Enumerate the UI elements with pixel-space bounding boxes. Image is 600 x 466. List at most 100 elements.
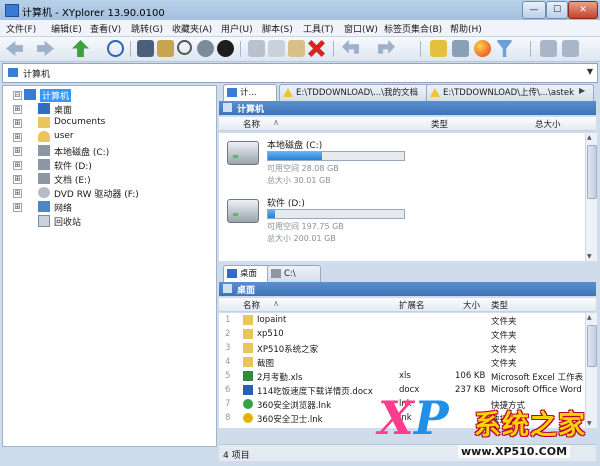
column-name[interactable]: 名称 [243,299,260,311]
scrollbar-thumb[interactable] [587,145,597,199]
top-pane-scrollbar[interactable]: ▲ ▼ [585,133,597,261]
address-value: 计算机 [23,70,51,80]
expand-icon[interactable]: ⊞ [13,133,22,142]
warning-icon [430,88,440,97]
address-bar[interactable]: 计算机 ▼ [2,63,598,83]
redo-icon[interactable] [378,40,395,54]
column-type[interactable]: 类型 [491,299,508,311]
filter-icon[interactable] [496,40,513,57]
computer-icon [227,88,237,97]
tab-astek[interactable]: E:\TDDOWNLOAD\上传\...\astek [426,84,594,101]
security-icon [243,413,253,423]
expand-icon[interactable]: ⊞ [13,161,22,170]
drive-usage-fill [268,152,323,160]
browser-icon [243,399,253,409]
menu-go[interactable]: 跳转(G) [131,22,163,35]
column-name[interactable]: 名称 [243,118,260,130]
up-icon[interactable] [72,40,89,57]
folder-tree[interactable]: ⊟ 计算机 ⊞ 桌面 ⊞ Documents ⊞ user ⊞ 本地磁盘 (C:… [2,85,217,447]
dvd-icon [38,187,50,198]
drive-item-c[interactable]: 本地磁盘 (C:) 可用空间 28.08 GB 总大小 30.01 GB [219,133,585,195]
drive-item-d[interactable]: 软件 (D:) 可用空间 197.75 GB 总大小 200.01 GB [219,191,585,253]
list-item[interactable]: 3 XP510系统之家 文件夹 [219,343,585,356]
sort-ascending-icon: ∧ [273,299,280,309]
undo-icon[interactable] [342,40,359,54]
forward-icon[interactable] [37,40,54,57]
tab-label: C:\ [284,269,296,279]
watermark-brand: 系统之家 [474,410,586,441]
list-item[interactable]: 2 xp510 文件夹 [219,329,585,342]
list-item[interactable]: 5 2月考勤.xls xls 106 KB Microsoft Excel 工作… [219,371,585,384]
menu-favorites[interactable]: 收藏夹(A) [172,22,212,35]
history-icon[interactable] [217,40,234,57]
menu-scripting[interactable]: 脚本(S) [262,22,293,35]
search-icon[interactable] [177,40,192,55]
tree-item-label: 计算机 [40,89,72,102]
drive-list[interactable]: 本地磁盘 (C:) 可用空间 28.08 GB 总大小 30.01 GB 软件 … [219,133,585,261]
cut-icon[interactable] [248,40,265,57]
expand-icon[interactable]: ⊞ [13,105,22,114]
watermark-x: X [378,391,414,445]
menu-file[interactable]: 文件(F) [6,22,36,35]
scroll-up-icon[interactable]: ▲ [587,134,592,141]
expand-icon[interactable]: ⊞ [13,189,22,198]
expand-icon[interactable]: ⊞ [13,175,22,184]
menu-help[interactable]: 帮助(H) [450,22,482,35]
tab-label: 计... [240,88,257,98]
menu-tabsets[interactable]: 标签页集合(B) [384,22,442,35]
scroll-down-icon[interactable]: ▼ [587,253,592,260]
menu-window[interactable]: 窗口(W) [344,22,378,35]
folder-icon [243,343,253,353]
find-icon[interactable] [157,40,174,57]
drive-usage-fill [268,210,275,218]
expand-icon[interactable]: ⊞ [13,119,22,128]
desktop-icon [227,269,237,278]
excel-icon [243,371,253,381]
chevron-down-icon[interactable]: ▼ [587,67,593,76]
sort-ascending-icon: ∧ [273,118,280,128]
scroll-tabs-right-icon[interactable]: ▶ [579,86,585,95]
target-icon[interactable] [107,40,124,57]
list-item[interactable]: 4 截图 文件夹 [219,357,585,370]
file-name: 2月考勤.xls [257,373,303,383]
tree-item-label: 本地磁盘 (C:) [54,148,110,158]
scroll-up-icon[interactable]: ▲ [587,314,592,321]
close-button[interactable]: ✕ [568,1,598,19]
menu-tools[interactable]: 工具(T) [303,22,334,35]
layout-icon[interactable] [540,40,557,57]
delete-icon[interactable] [308,40,325,57]
tab-label: 桌面 [240,269,258,279]
column-extension[interactable]: 扩展名 [399,299,425,311]
back-icon[interactable] [6,40,23,57]
color-filter-icon[interactable] [474,40,491,57]
collapse-icon[interactable]: ⊟ [13,91,22,100]
drive-icon [38,145,50,156]
copy-icon[interactable] [268,40,285,57]
panes-icon[interactable] [562,40,579,57]
menu-user[interactable]: 用户(U) [221,22,253,35]
scrollbar-thumb[interactable] [587,325,597,367]
column-total-size[interactable]: 总大小 [535,118,561,130]
toolbar-separator [130,41,131,57]
refresh-icon[interactable] [197,40,214,57]
menu-view[interactable]: 查看(V) [90,22,121,35]
tab-my-documents[interactable]: E:\TDDOWNLOAD\...\我的文档 [279,84,441,101]
menu-edit[interactable]: 编辑(E) [51,22,82,35]
column-size[interactable]: 大小 [463,299,480,311]
maximize-button[interactable]: ☐ [546,1,568,19]
minimize-button[interactable]: — [522,1,546,19]
list-item[interactable]: 1 Iopaint 文件夹 [219,315,585,328]
paste-icon[interactable] [288,40,305,57]
properties-icon[interactable] [452,40,469,57]
drive-free-space: 可用空间 197.75 GB [267,222,344,231]
drive-total-size: 总大小 200.01 GB [267,234,336,243]
tab-computer[interactable]: 计... [223,84,277,102]
expand-icon[interactable]: ⊞ [13,203,22,212]
column-type[interactable]: 类型 [431,118,448,130]
new-folder-icon[interactable] [430,40,447,57]
computer-icon[interactable] [137,40,154,57]
computer-icon [5,4,19,17]
file-name: 114吃饭速度下载详情页.docx [257,387,373,397]
expand-icon[interactable]: ⊞ [13,147,22,156]
tab-drive-c[interactable]: C:\ [267,265,321,282]
